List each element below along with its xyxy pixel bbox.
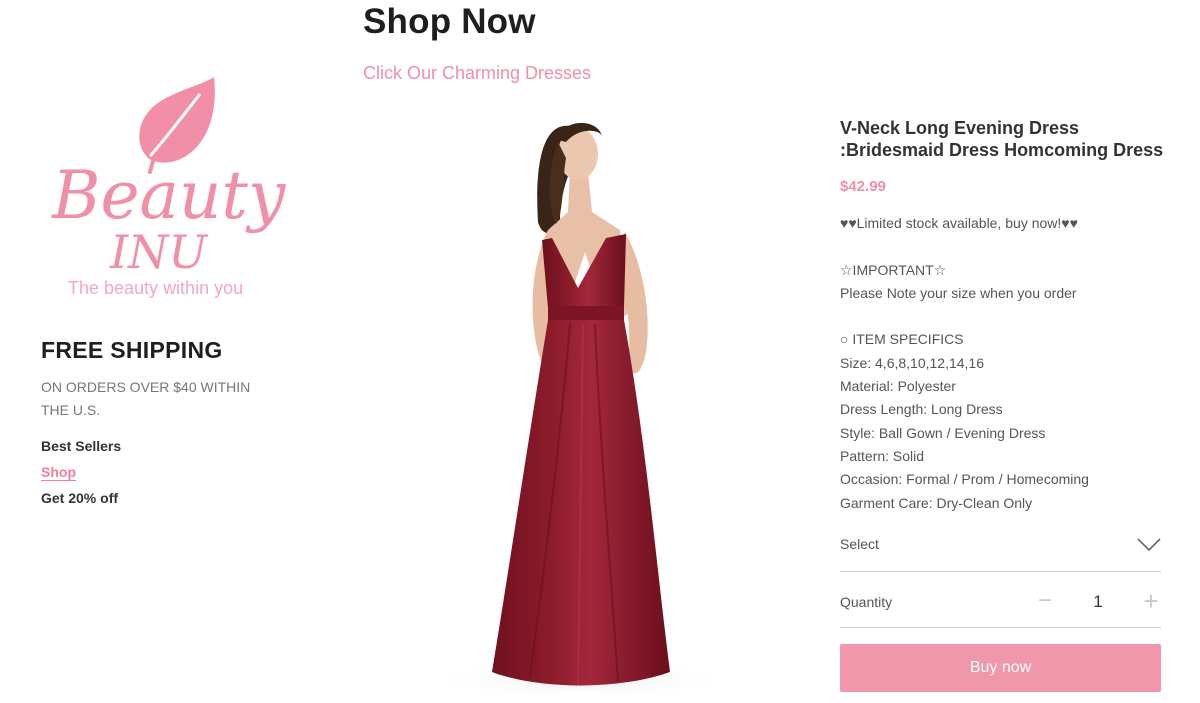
size-select[interactable]: Select <box>840 527 1161 572</box>
page-title: Shop Now <box>363 2 536 41</box>
quantity-input[interactable]: 1 <box>1085 592 1111 612</box>
important-text: Please Note your size when you order <box>840 284 1077 301</box>
minus-icon[interactable]: − <box>1033 589 1057 613</box>
free-shipping-title: FREE SHIPPING <box>41 337 223 363</box>
logo-tagline: The beauty within you <box>68 278 244 298</box>
spec-size: Size: 4,6,8,10,12,14,16 <box>840 354 984 371</box>
product-price: $42.99 <box>840 178 886 195</box>
page-subtitle[interactable]: Click Our Charming Dresses <box>363 63 591 84</box>
select-label: Select <box>840 536 879 552</box>
product-image[interactable] <box>420 112 750 703</box>
chevron-down-icon[interactable] <box>1137 537 1161 553</box>
logo-brand-text-2: INU <box>109 225 209 279</box>
product-title: V-Neck Long Evening Dress :Bridesmaid Dr… <box>840 118 1164 160</box>
product-description: ♥♥Limited stock available, buy now!♥♥ ☆I… <box>840 212 1170 515</box>
spec-pattern: Pattern: Solid <box>840 447 925 464</box>
plus-icon[interactable]: + <box>1139 588 1163 614</box>
nav-discount[interactable]: Get 20% off <box>41 490 118 506</box>
brand-logo: Beauty INU <box>51 77 286 279</box>
spec-occasion: Occasion: Formal / Prom / Homecoming <box>840 471 1089 488</box>
specs-heading: ○ ITEM SPECIFICS <box>840 331 964 348</box>
quantity-stepper: Quantity − 1 + <box>840 584 1161 628</box>
spec-length: Dress Length: Long Dress <box>840 401 1003 418</box>
spec-style: Style: Ball Gown / Evening Dress <box>840 424 1046 441</box>
logo-brand-text: Beauty <box>51 157 286 234</box>
quantity-label: Quantity <box>840 594 893 610</box>
buy-now-button[interactable]: Buy now <box>840 644 1161 692</box>
spec-material: Material: Polyester <box>840 378 956 395</box>
stock-note: ♥♥Limited stock available, buy now!♥♥ <box>840 215 1078 231</box>
spec-care: Garment Care: Dry-Clean Only <box>840 494 1033 511</box>
free-shipping-note: ON ORDERS OVER $40 WITHIN THE U.S. <box>41 379 251 418</box>
nav-best-sellers[interactable]: Best Sellers <box>41 438 121 454</box>
important-heading: ☆IMPORTANT☆ <box>840 261 947 278</box>
nav-shop[interactable]: Shop <box>41 464 76 480</box>
